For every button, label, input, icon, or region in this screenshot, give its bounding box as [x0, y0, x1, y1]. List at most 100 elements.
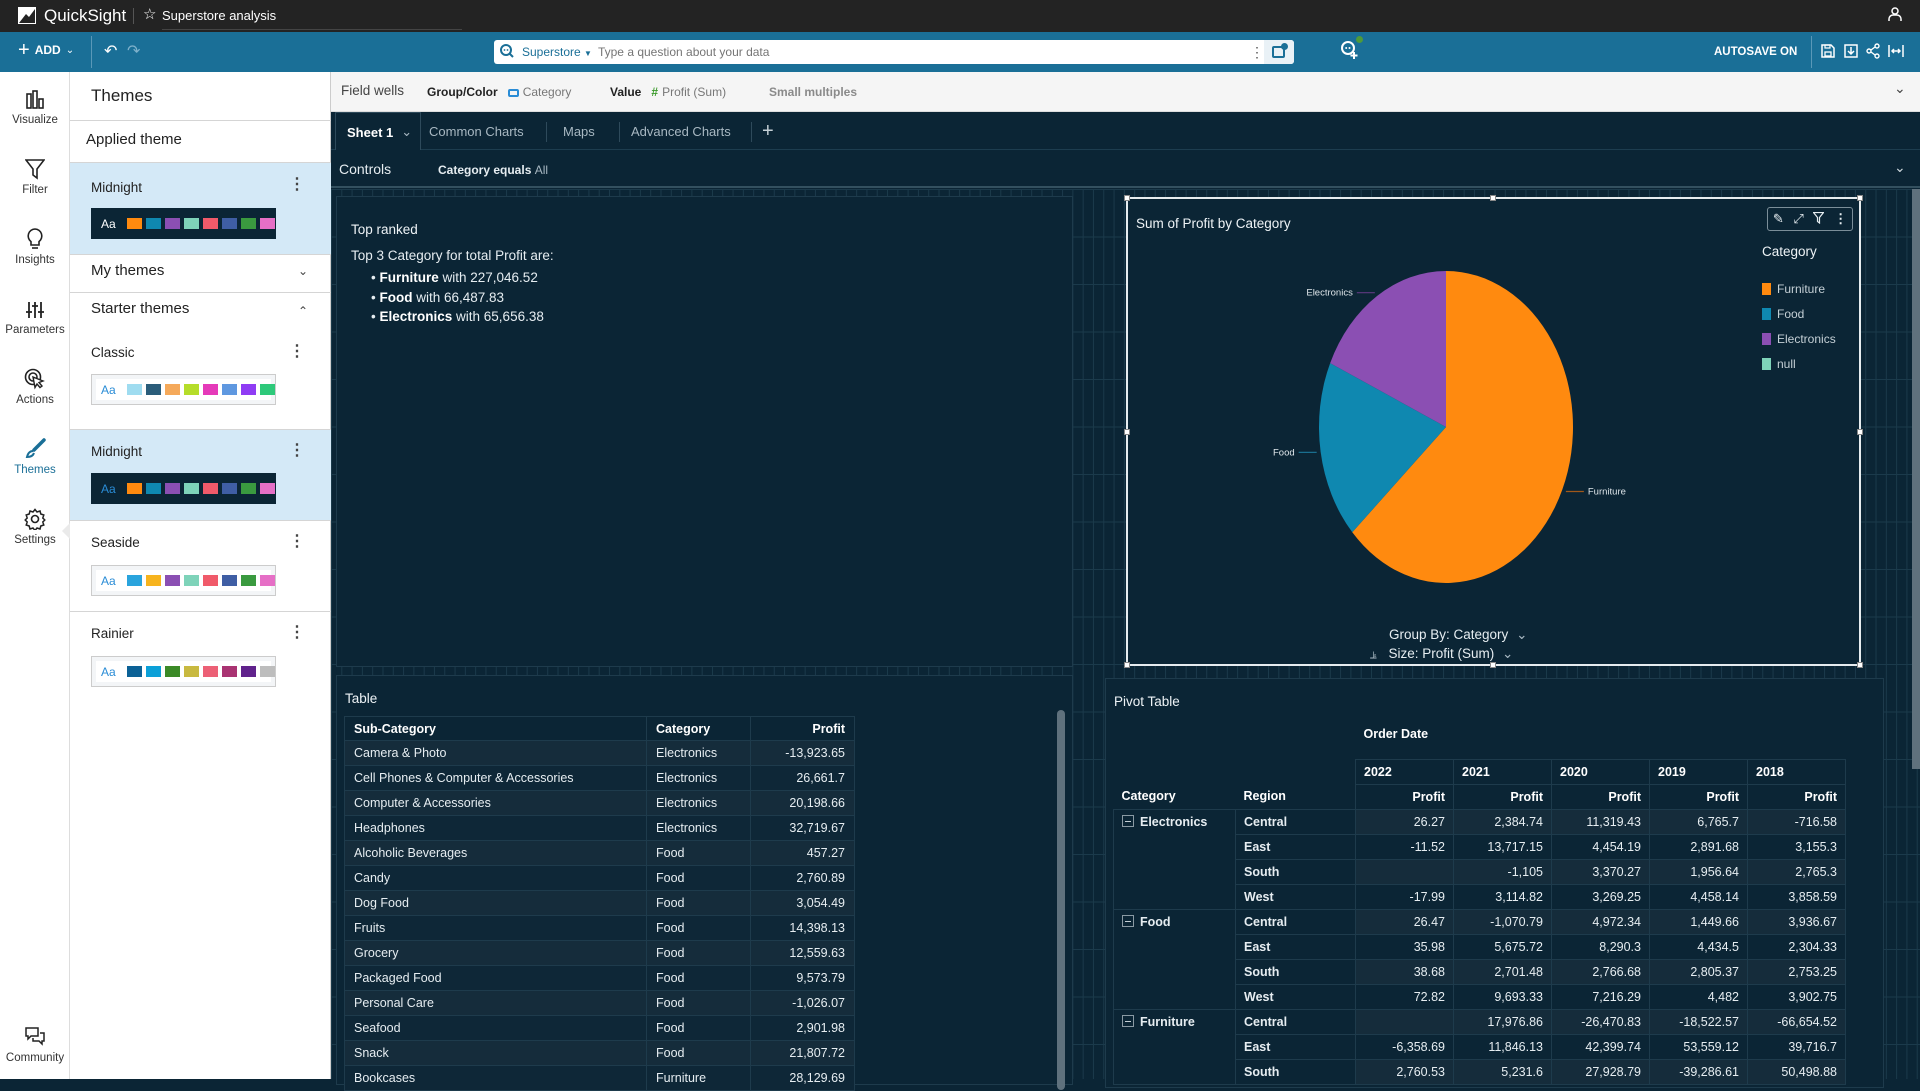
- measure-header[interactable]: Profit: [1355, 783, 1454, 810]
- legend-item[interactable]: Food: [1762, 307, 1804, 321]
- table-row[interactable]: Seafood Food 2,901.98: [344, 1015, 855, 1041]
- table-row[interactable]: Headphones Electronics 32,719.67: [344, 815, 855, 841]
- theme-card-classic[interactable]: Classic ⋮ Aa: [70, 337, 331, 429]
- table-row[interactable]: Personal Care Food -1,026.07: [344, 990, 855, 1016]
- chevron-up-icon[interactable]: ⌃: [298, 304, 308, 318]
- pie-chart-visual[interactable]: Sum of Profit by Category ✎ ⤢ ⋮ Furnitur…: [1124, 195, 1863, 668]
- pivot-table-visual[interactable]: Pivot Table Order Date 2022 2021 2020 2019 2…: [1105, 678, 1884, 1088]
- year-header[interactable]: 2021: [1453, 758, 1552, 785]
- value-well[interactable]: Value # Profit (Sum): [610, 85, 726, 99]
- table-row[interactable]: Computer & Accessories Electronics 20,198.…: [344, 790, 855, 816]
- year-header[interactable]: 2018: [1747, 758, 1846, 785]
- theme-card-rainier[interactable]: Rainier ⋮ Aa: [70, 612, 331, 702]
- more-options-icon[interactable]: ⋮: [1250, 44, 1264, 61]
- legend-item[interactable]: null: [1762, 357, 1796, 371]
- dataset-selector[interactable]: Superstore ▼: [522, 45, 592, 59]
- q-search-bar[interactable]: Superstore ▼ ⋮: [494, 40, 1294, 64]
- chevron-down-icon[interactable]: ⌄: [401, 124, 412, 140]
- undo-icon[interactable]: ↶: [104, 41, 117, 61]
- measure-header[interactable]: Profit: [1551, 783, 1650, 810]
- rail-item-actions[interactable]: Actions: [0, 364, 70, 406]
- quicksight-logo-icon[interactable]: [18, 7, 36, 24]
- add-sheet-button[interactable]: +: [762, 112, 774, 150]
- column-header[interactable]: Profit: [750, 716, 855, 741]
- app-name[interactable]: QuickSight: [44, 6, 126, 26]
- add-q-topic-icon[interactable]: [1340, 40, 1362, 62]
- table-row[interactable]: Cell Phones & Computer & Accessories Elec…: [344, 765, 855, 791]
- table-row[interactable]: Packaged Food Food 9,573.79: [344, 965, 855, 991]
- rail-item-insights[interactable]: Insights: [0, 224, 70, 266]
- fit-width-icon[interactable]: [1888, 43, 1906, 61]
- theme-swatch[interactable]: Aa: [91, 208, 276, 239]
- controls-label[interactable]: Controls: [339, 161, 391, 177]
- user-icon[interactable]: [1888, 6, 1906, 26]
- group-by-control[interactable]: Group By: Category ⌄: [1389, 627, 1527, 643]
- my-themes-header[interactable]: My themes: [91, 262, 164, 279]
- year-header[interactable]: 2019: [1649, 758, 1748, 785]
- more-options-icon[interactable]: ⋮: [289, 443, 305, 459]
- row-field-header[interactable]: Category: [1114, 784, 1236, 809]
- tab-maps[interactable]: Maps: [563, 112, 595, 150]
- chevron-down-icon[interactable]: ⌄: [298, 264, 308, 278]
- chevron-down-icon[interactable]: ⌄: [1894, 159, 1906, 176]
- rail-item-settings[interactable]: Settings: [0, 504, 70, 546]
- year-header[interactable]: 2022: [1355, 758, 1454, 785]
- theme-swatch[interactable]: Aa: [91, 565, 276, 596]
- rail-item-community[interactable]: Community: [0, 1022, 70, 1064]
- canvas-scrollbar[interactable]: [1912, 189, 1920, 769]
- theme-card-seaside[interactable]: Seaside ⋮ Aa: [70, 521, 331, 611]
- year-header[interactable]: 2020: [1551, 758, 1650, 785]
- more-options-icon[interactable]: ⋮: [289, 625, 305, 641]
- measure-header[interactable]: Profit: [1453, 783, 1552, 810]
- category-filter-control[interactable]: Category equals All: [438, 163, 548, 177]
- field-wells-label[interactable]: Field wells: [341, 83, 404, 98]
- autosave-toggle[interactable]: AUTOSAVE ON: [1714, 46, 1797, 58]
- rail-item-themes[interactable]: Themes: [0, 434, 70, 476]
- table-scrollbar[interactable]: [1057, 710, 1065, 1090]
- q-topics-button[interactable]: [1264, 40, 1294, 64]
- rail-item-filter[interactable]: Filter: [0, 154, 70, 196]
- table-row[interactable]: Alcoholic Beverages Food 457.27: [344, 840, 855, 866]
- theme-card-midnight[interactable]: Midnight ⋮ Aa: [70, 430, 331, 520]
- legend-item[interactable]: Electronics: [1762, 332, 1836, 346]
- more-options-icon[interactable]: ⋮: [289, 177, 305, 193]
- add-button[interactable]: + ADD ⌄: [18, 40, 74, 60]
- insight-visual[interactable]: Top ranked Top 3 Category for total Prof…: [336, 196, 1073, 667]
- theme-swatch[interactable]: Aa: [91, 374, 276, 405]
- small-multiples-well[interactable]: Small multiples: [769, 85, 857, 99]
- chevron-down-icon[interactable]: ⌄: [1894, 80, 1906, 97]
- star-icon[interactable]: ☆: [143, 5, 156, 23]
- export-icon[interactable]: [1843, 43, 1861, 61]
- measure-header[interactable]: Profit: [1747, 783, 1846, 810]
- analysis-title[interactable]: Superstore analysis: [162, 8, 462, 30]
- tab-advanced-charts[interactable]: Advanced Charts: [631, 112, 731, 150]
- collapse-icon[interactable]: [1122, 814, 1134, 827]
- group-color-well[interactable]: Group/Color Category: [427, 85, 571, 99]
- column-field-header[interactable]: Order Date: [1356, 727, 1846, 759]
- table-row[interactable]: Grocery Food 12,559.63: [344, 940, 855, 966]
- collapse-icon[interactable]: [1122, 914, 1134, 927]
- size-control[interactable]: ⫡ Size: Profit (Sum) ⌄: [1370, 646, 1513, 662]
- q-question-input[interactable]: [597, 45, 1250, 59]
- rail-item-parameters[interactable]: Parameters: [0, 294, 70, 336]
- collapse-icon[interactable]: [1122, 1014, 1134, 1027]
- column-header[interactable]: Sub-Category: [344, 716, 647, 741]
- table-row[interactable]: Snack Food 21,807.72: [344, 1040, 855, 1066]
- starter-themes-header[interactable]: Starter themes: [91, 300, 189, 317]
- tab-sheet-1[interactable]: Sheet 1 ⌄: [335, 112, 422, 151]
- save-icon[interactable]: [1820, 43, 1838, 61]
- share-icon[interactable]: [1866, 43, 1884, 61]
- rail-item-visualize[interactable]: Visualize: [0, 84, 70, 126]
- legend-item[interactable]: Furniture: [1762, 282, 1825, 296]
- table-row[interactable]: Dog Food Food 3,054.49: [344, 890, 855, 916]
- tab-common-charts[interactable]: Common Charts: [429, 112, 524, 150]
- applied-theme-card[interactable]: Midnight ⋮ Aa: [70, 163, 331, 254]
- more-options-icon[interactable]: ⋮: [289, 344, 305, 360]
- redo-icon[interactable]: ↷: [127, 41, 140, 61]
- table-row[interactable]: Bookcases Furniture 28,129.69: [344, 1065, 855, 1091]
- table-row[interactable]: Fruits Food 14,398.13: [344, 915, 855, 941]
- table-row[interactable]: Candy Food 2,760.89: [344, 865, 855, 891]
- column-header[interactable]: Category: [646, 716, 751, 741]
- table-visual[interactable]: Table Sub-Category Category Profit Camer…: [336, 675, 1073, 1091]
- table-row[interactable]: Camera & Photo Electronics -13,923.65: [344, 740, 855, 766]
